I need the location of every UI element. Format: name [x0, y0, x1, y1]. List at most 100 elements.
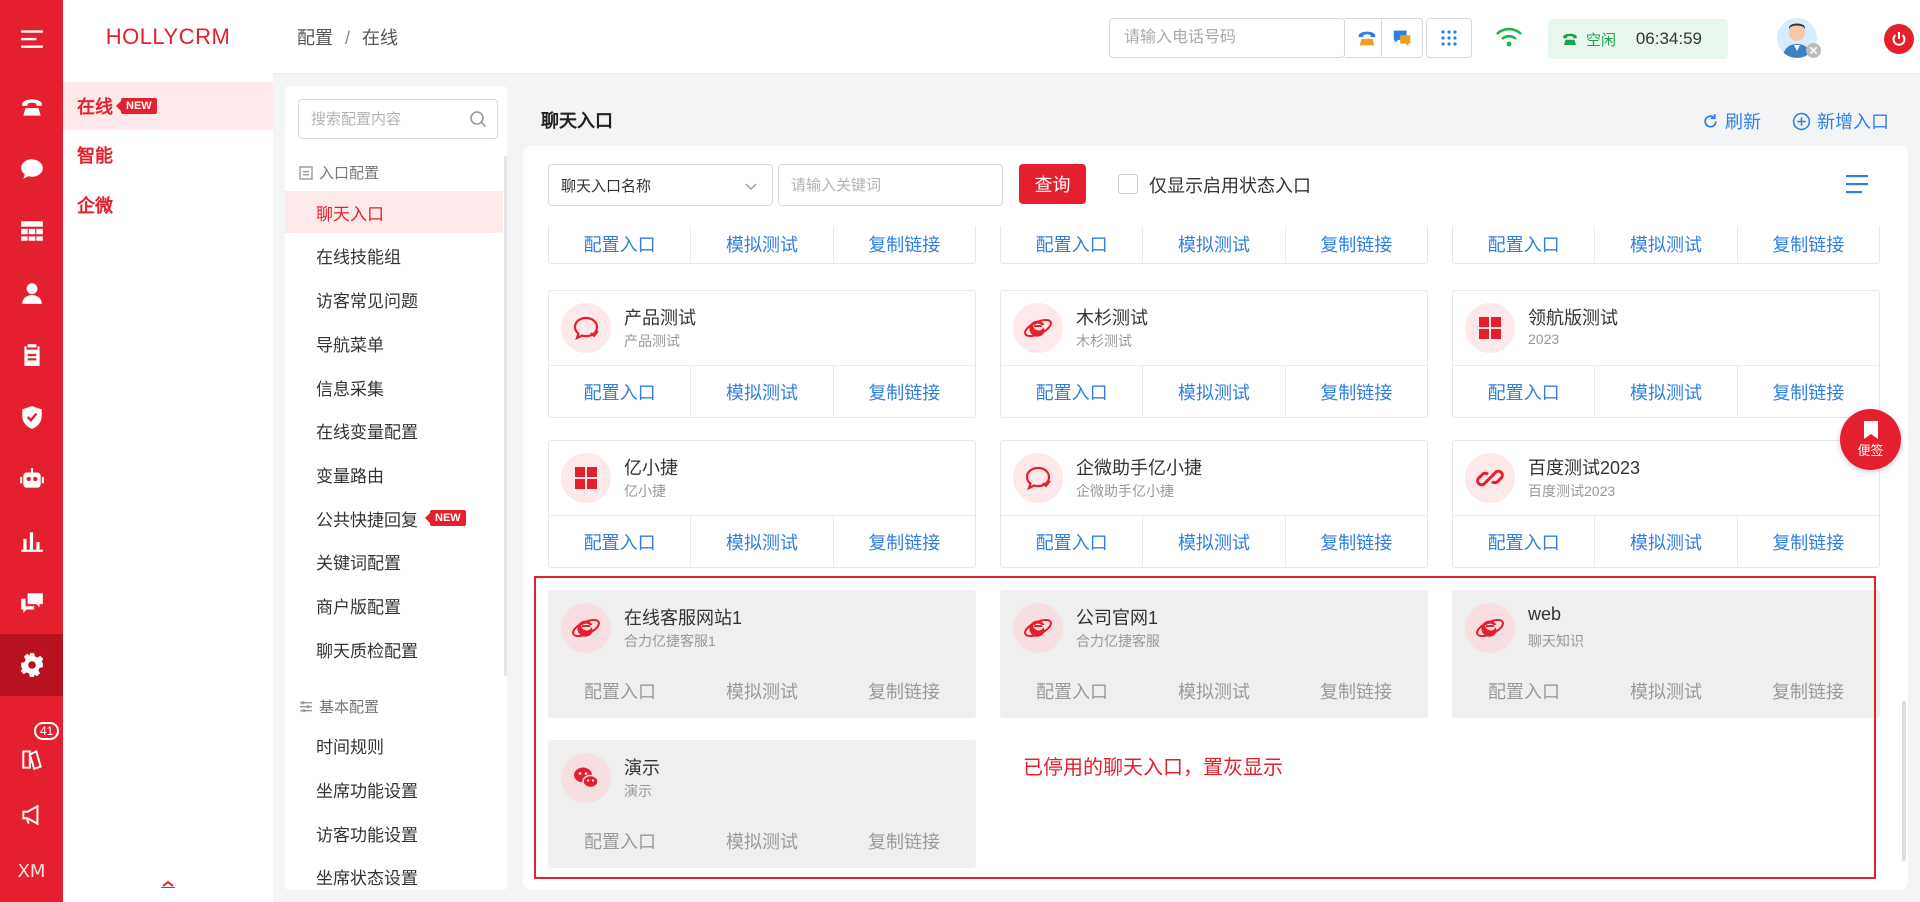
module-smart[interactable]: 智能: [63, 131, 273, 179]
nav-item-variable-routing[interactable]: 变量路由: [285, 453, 503, 495]
collapse-up-icon[interactable]: [161, 880, 175, 888]
query-button[interactable]: 查询: [1019, 164, 1086, 204]
keypad-button[interactable]: [1426, 18, 1472, 58]
simulate-test-link[interactable]: 模拟测试: [1143, 516, 1286, 567]
nav-item-label: 访客功能设置: [316, 825, 418, 845]
module-wecom-label: 企微: [77, 196, 113, 216]
simulate-test-link[interactable]: 模拟测试: [691, 225, 834, 263]
module-column: HOLLYCRM 在线 NEW 智能 企微: [63, 0, 273, 902]
configure-entry-link[interactable]: 配置入口: [549, 366, 692, 417]
configure-entry-link[interactable]: 配置入口: [1453, 366, 1596, 417]
menu-toggle-button[interactable]: [0, 8, 63, 70]
keyword-input[interactable]: [779, 165, 999, 205]
config-search-input[interactable]: [299, 100, 469, 138]
sticky-note-button[interactable]: 便签: [1840, 409, 1901, 470]
shield-check-icon: [21, 406, 42, 429]
simulate-test-link[interactable]: 模拟测试: [1143, 225, 1286, 263]
table-grid-icon: [20, 221, 43, 241]
notification-count-badge: 41: [34, 722, 60, 740]
rail-book-button[interactable]: 41: [0, 722, 63, 790]
nav-item-skill-group[interactable]: 在线技能组: [285, 234, 503, 276]
configure-entry-link[interactable]: 配置入口: [1001, 516, 1144, 567]
nav-item-chat-qa[interactable]: 聊天质检配置: [285, 628, 503, 670]
copy-link-link[interactable]: 复制链接: [834, 366, 975, 417]
simulate-test-link[interactable]: 模拟测试: [1595, 225, 1738, 263]
configure-entry-link[interactable]: 配置入口: [1453, 225, 1596, 263]
entry-card-name: 木杉测试: [1076, 308, 1148, 328]
nav-item-info-collection[interactable]: 信息采集: [285, 366, 503, 408]
add-entry-button[interactable]: 新增入口: [1792, 108, 1889, 134]
search-icon[interactable]: [469, 110, 487, 128]
module-wecom[interactable]: 企微: [63, 181, 273, 229]
nav-item-chat-entry[interactable]: 聊天入口: [285, 191, 503, 233]
rail-settings-button[interactable]: [0, 634, 63, 696]
copy-link-link[interactable]: 复制链接: [1738, 225, 1879, 263]
nav-item-merchant[interactable]: 商户版配置: [285, 584, 503, 626]
entry-card: 企微助手亿小捷 企微助手亿小捷 配置入口 模拟测试 复制链接: [1000, 440, 1428, 568]
list-view-icon[interactable]: [1845, 174, 1869, 194]
rail-user-initials[interactable]: XM: [0, 840, 63, 902]
only-enabled-label[interactable]: 仅显示启用状态入口: [1149, 172, 1311, 198]
message-button[interactable]: [1381, 18, 1423, 58]
filter-field-value: 聊天入口名称: [561, 177, 652, 195]
rail-user-button[interactable]: [0, 262, 63, 324]
rail-phone-button[interactable]: [0, 76, 63, 138]
module-online[interactable]: 在线 NEW: [63, 82, 273, 130]
nav-scrollbar[interactable]: [504, 156, 507, 676]
rail-clipboard-button[interactable]: [0, 324, 63, 386]
agent-status-indicator[interactable]: 空闲 06:34:59: [1548, 19, 1728, 59]
configure-entry-link[interactable]: 配置入口: [549, 225, 692, 263]
copy-link-link[interactable]: 复制链接: [834, 516, 975, 567]
entry-config-icon: [299, 165, 313, 180]
copy-link-link[interactable]: 复制链接: [834, 225, 975, 263]
configure-entry-link[interactable]: 配置入口: [1001, 225, 1144, 263]
message-bubble-icon: [1393, 30, 1411, 47]
only-enabled-checkbox[interactable]: [1118, 174, 1138, 194]
nav-item-label: 坐席状态设置: [316, 868, 418, 888]
nav-item-nav-menu[interactable]: 导航菜单: [285, 322, 503, 364]
rail-shield-button[interactable]: [0, 386, 63, 448]
nav-item-label: 变量路由: [316, 466, 384, 486]
breadcrumb-current: 在线: [362, 28, 399, 48]
configure-entry-link[interactable]: 配置入口: [1001, 366, 1144, 417]
phone-number-input[interactable]: [1110, 19, 1308, 57]
nav-item-keywords[interactable]: 关键词配置: [285, 540, 503, 582]
chevron-down-icon: [745, 183, 757, 190]
nav-item-visitor-features[interactable]: 访客功能设置: [285, 812, 503, 854]
nav-item-online-variables[interactable]: 在线变量配置: [285, 409, 503, 451]
copy-link-link[interactable]: 复制链接: [1286, 366, 1427, 417]
configure-entry-link[interactable]: 配置入口: [1453, 516, 1596, 567]
nav-item-label: 聊天入口: [316, 204, 384, 224]
nav-item-label: 导航菜单: [316, 335, 384, 355]
configure-entry-link[interactable]: 配置入口: [549, 516, 692, 567]
rail-grid-button[interactable]: [0, 200, 63, 262]
filter-field-select[interactable]: 聊天入口名称: [548, 164, 773, 206]
refresh-button[interactable]: 刷新: [1702, 108, 1761, 134]
copy-link-link[interactable]: 复制链接: [1286, 516, 1427, 567]
rail-stats-button[interactable]: [0, 510, 63, 572]
nav-item-label: 关键词配置: [316, 553, 401, 573]
nav-item-agent-status[interactable]: 坐席状态设置: [285, 855, 503, 890]
nav-item-agent-features[interactable]: 坐席功能设置: [285, 768, 503, 810]
rail-messages-button[interactable]: [0, 572, 63, 634]
simulate-test-link[interactable]: 模拟测试: [1595, 366, 1738, 417]
simulate-test-link[interactable]: 模拟测试: [1595, 516, 1738, 567]
copy-link-link[interactable]: 复制链接: [1286, 225, 1427, 263]
new-badge: NEW: [425, 510, 466, 526]
logout-button[interactable]: [1884, 24, 1914, 54]
nav-item-time-rules[interactable]: 时间规则: [285, 724, 503, 766]
copy-link-link[interactable]: 复制链接: [1738, 516, 1879, 567]
breadcrumb-parent[interactable]: 配置: [297, 28, 333, 48]
simulate-test-link[interactable]: 模拟测试: [691, 516, 834, 567]
rail-robot-button[interactable]: [0, 448, 63, 510]
panel-scrollbar[interactable]: [1902, 701, 1906, 861]
entry-card: 领航版测试 2023 配置入口 模拟测试 复制链接: [1452, 290, 1880, 418]
rail-chat-button[interactable]: [0, 138, 63, 200]
nav-item-quick-replies[interactable]: 公共快捷回复 NEW: [285, 497, 503, 539]
rail-announcement-button[interactable]: [0, 784, 63, 846]
simulate-test-link[interactable]: 模拟测试: [1143, 366, 1286, 417]
nav-item-visitor-faq[interactable]: 访客常见问题: [285, 278, 503, 320]
card-actions: 配置入口 模拟测试 复制链接: [1453, 225, 1879, 263]
simulate-test-link[interactable]: 模拟测试: [691, 366, 834, 417]
copy-link-link[interactable]: 复制链接: [1738, 366, 1879, 417]
